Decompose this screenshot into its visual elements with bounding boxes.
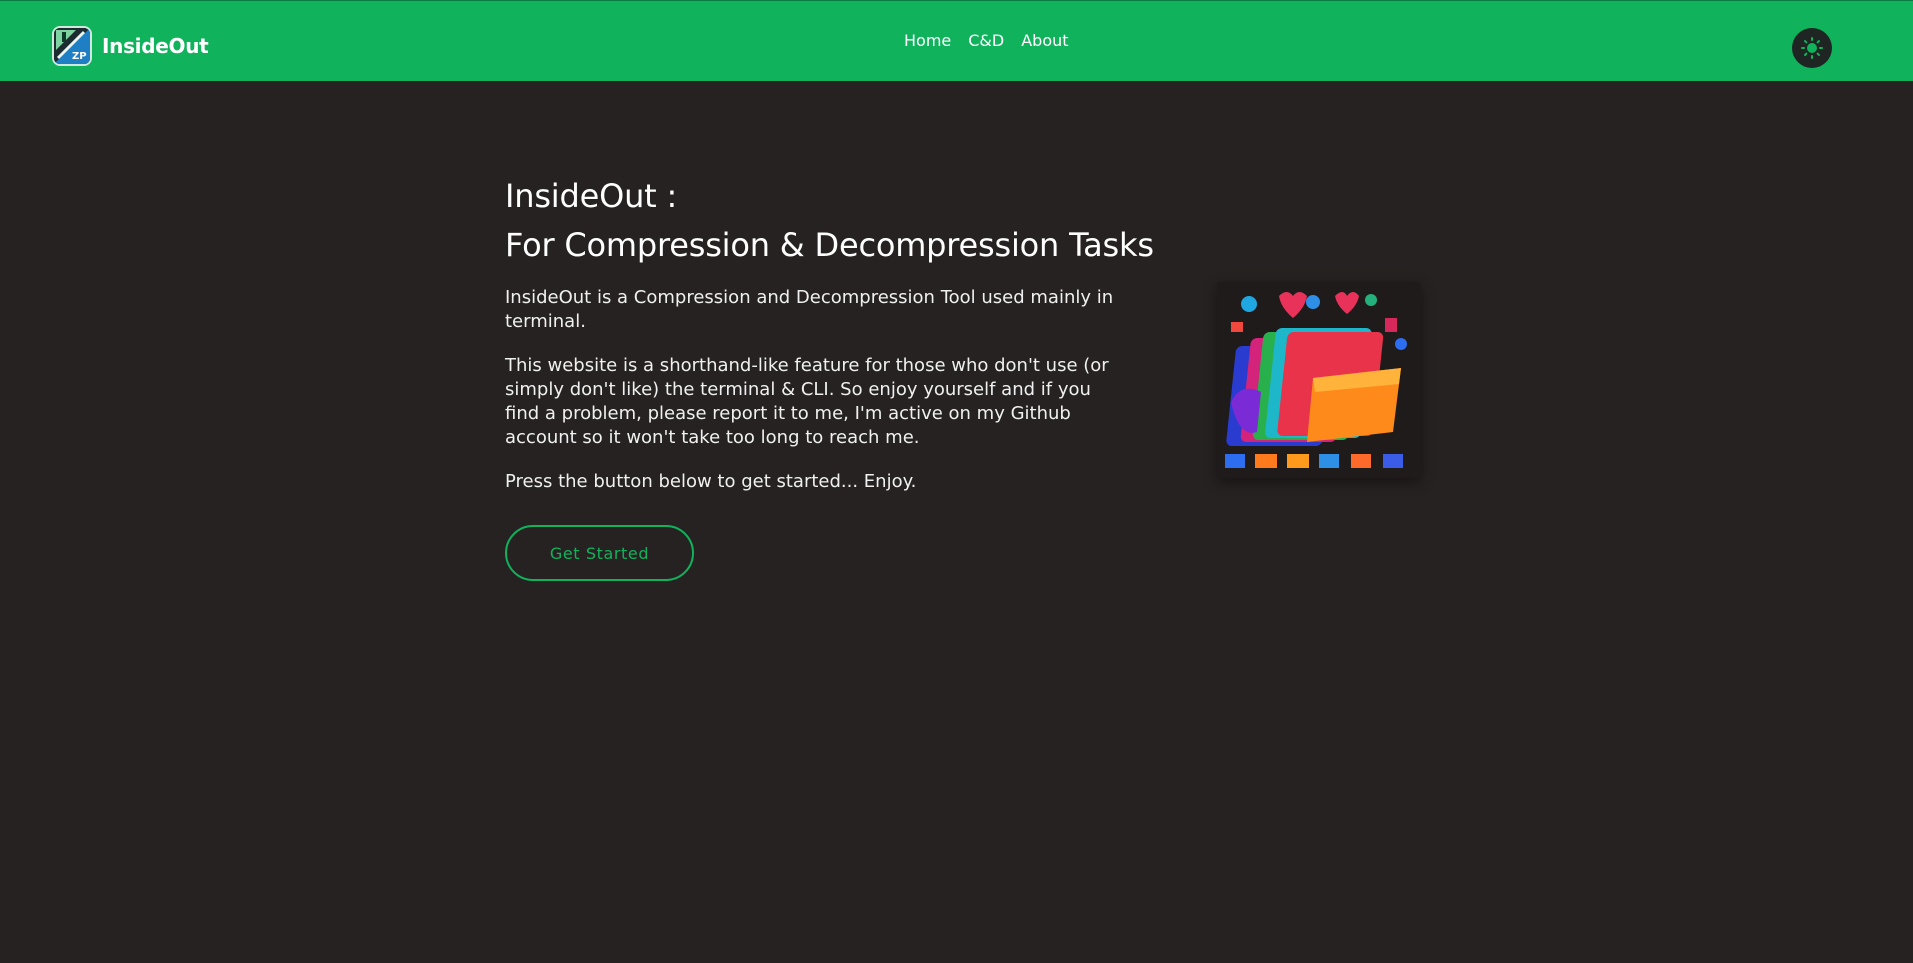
theme-toggle-button[interactable] <box>1792 28 1832 68</box>
hero-paragraph-cta: Press the button below to get started...… <box>505 471 917 492</box>
nav-link-about[interactable]: About <box>1021 31 1068 50</box>
folders-illustration-image <box>1217 282 1421 478</box>
hero-section: InsideOut : For Compression & Decompress… <box>505 172 1421 581</box>
navbar: ZP InsideOut Home C&D About <box>0 0 1913 81</box>
logo-badge-text: ZP <box>72 51 87 62</box>
nav-links: Home C&D About <box>904 31 1069 50</box>
hero-description: InsideOut is a Compression and Decompres… <box>505 286 1115 514</box>
nav-link-cd[interactable]: C&D <box>968 31 1004 50</box>
brand-name: InsideOut <box>102 34 209 58</box>
app-logo-icon: ZP <box>52 26 92 66</box>
nav-link-home[interactable]: Home <box>904 31 951 50</box>
sun-icon <box>1801 37 1823 59</box>
get-started-button[interactable]: Get Started <box>505 525 694 581</box>
hero-title-line1: InsideOut : <box>505 177 678 215</box>
hero-paragraph-details: This website is a shorthand-like feature… <box>505 355 1109 448</box>
hero-title-line2: For Compression & Decompression Tasks <box>505 226 1154 264</box>
hero-paragraph-intro: InsideOut is a Compression and Decompres… <box>505 287 1114 332</box>
hero-title: InsideOut : For Compression & Decompress… <box>505 172 1405 270</box>
brand[interactable]: ZP InsideOut <box>52 26 209 66</box>
